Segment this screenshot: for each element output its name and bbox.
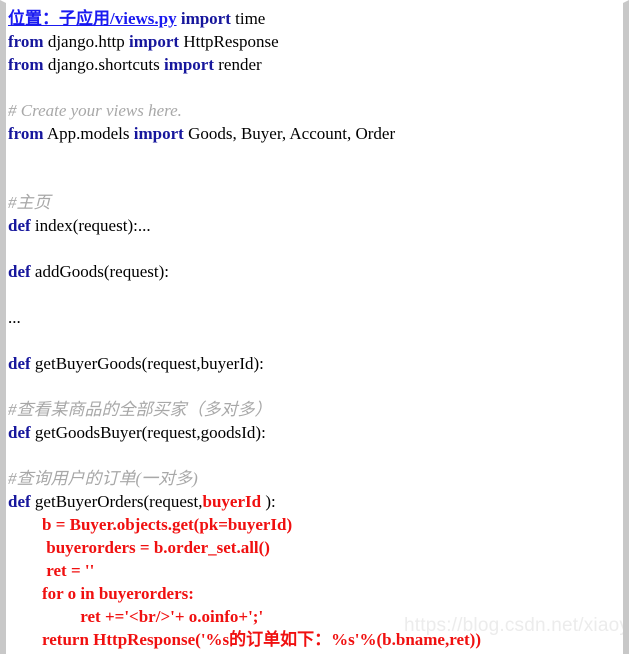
keyword-from: from [8,55,44,74]
code-line-ellipsis: ... [6,306,623,329]
code-line-def-getgoodsbuyer: def getGoodsBuyer(request,goodsId): [6,421,623,444]
keyword-def: def [8,216,31,235]
signature-getbuyerorders: getBuyerOrders(request, [30,492,203,511]
keyword-import: import [163,55,215,74]
keyword-import: import [133,124,184,143]
signature-index: index(request):... [30,216,151,235]
code-line-comment-create-views: # Create your views here. [6,99,623,122]
signature-addgoods: addGoods(request): [30,262,169,281]
location-path: 子应用/views.py [59,9,177,28]
keyword-import: import [180,9,231,28]
imported-name-httpresponse: HttpResponse [179,32,279,51]
signature-getbuyergoods: getBuyerGoods(request,buyerId): [30,354,264,373]
comment-view-all-buyers-of-goods: #查看某商品的全部买家（多对多） [8,400,272,419]
location-label: 位置： [8,9,59,28]
code-line-buyer-objects-get: b = Buyer.objects.get(pk=buyerId) [8,515,293,534]
signature-getbuyerorders-close: ): [261,492,276,511]
keyword-from: from [8,124,44,143]
code-line-def-getbuyergoods: def getBuyerGoods(request,buyerId): [6,352,623,375]
keyword-def: def [8,423,31,442]
comment-query-user-orders: #查询用户的订单(一对多) [8,469,198,488]
code-line-comment-user-orders: #查询用户的订单(一对多) [6,467,623,490]
code-line-def-getbuyerorders: def getBuyerOrders(request,buyerId ): [6,490,623,513]
code-snippet-pane: 位置：子应用/views.py import time from django.… [0,0,629,654]
signature-getgoodsbuyer: getGoodsBuyer(request,goodsId): [30,423,266,442]
keyword-from: from [8,32,44,51]
module-django-http: django.http [43,32,130,51]
comment-create-your-views-here: # Create your views here. [8,101,182,120]
imported-model-names: Goods, Buyer, Account, Order [183,124,396,143]
keyword-import: import [129,32,180,51]
code-line-return-httpresponse: return HttpResponse('%s的订单如下：%s'%(b.bnam… [8,630,481,649]
code-line-def-addgoods: def addGoods(request): [6,260,623,283]
code-line-def-index: def index(request):... [6,214,623,237]
code-line-ret-init: ret = '' [8,561,95,580]
imported-name-render: render [214,55,262,74]
code-line-location-import: 位置：子应用/views.py import time [6,7,623,30]
comment-homepage: #主页 [8,193,51,212]
param-buyerid-highlight: buyerId [202,492,262,511]
code-line-for-loop: for o in buyerorders: [8,584,194,603]
code-line-ret-append: ret +='<br/>'+ o.oinfo+';' [8,607,264,626]
keyword-def: def [8,354,31,373]
module-app-models: App.models [43,124,134,143]
code-line-from-app-models: from App.models import Goods, Buyer, Acc… [6,122,623,145]
code-line-from-django-shortcuts: from django.shortcuts import render [6,53,623,76]
code-line-from-django-http: from django.http import HttpResponse [6,30,623,53]
code-line-comment-homepage: #主页 [6,191,623,214]
code-line-buyerorders-all: buyerorders = b.order_set.all() [8,538,270,557]
ellipsis-collapsed-code: ... [8,308,21,327]
module-django-shortcuts: django.shortcuts [43,55,164,74]
code-line-comment-goods-buyers: #查看某商品的全部买家（多对多） [6,398,623,421]
import-module-time: time [230,9,266,28]
keyword-def: def [8,492,31,511]
keyword-def: def [8,262,31,281]
